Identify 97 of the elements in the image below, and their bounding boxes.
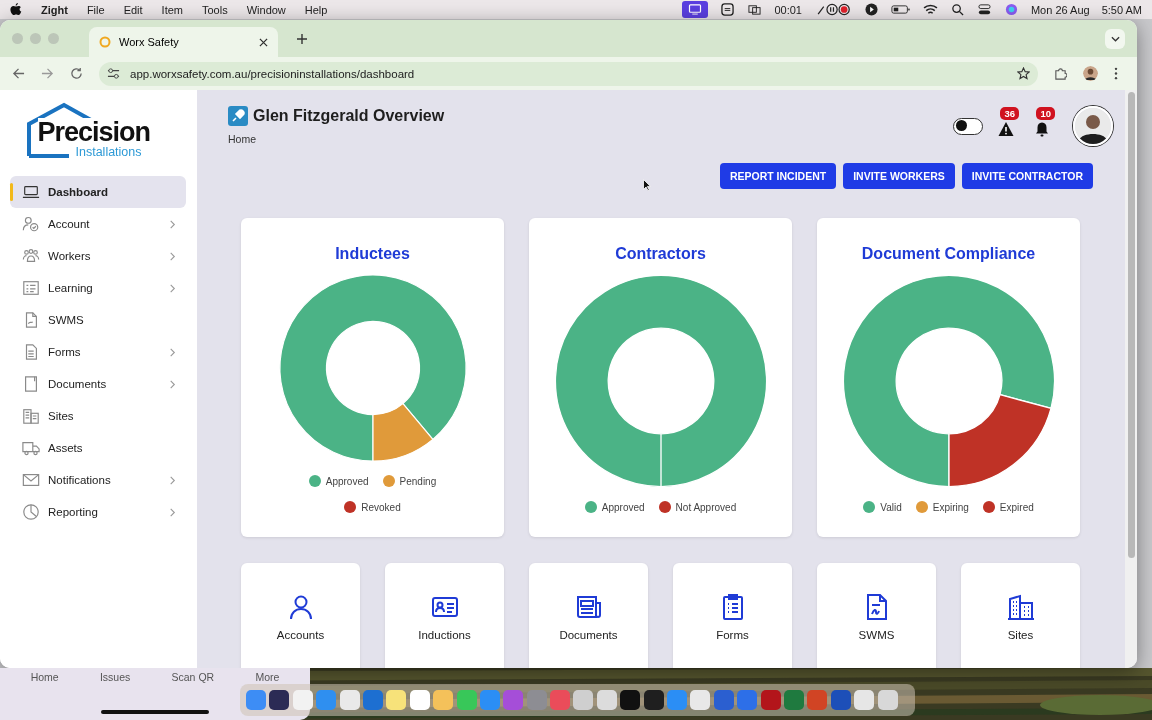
menu-item[interactable]: Window (246, 3, 286, 16)
alerts-button[interactable]: 36 (993, 107, 1019, 137)
nav-tab[interactable]: Issues (99, 671, 131, 683)
timer: 00:01 (774, 3, 802, 16)
sidebar-item[interactable]: SWMS (10, 304, 186, 336)
tile-card[interactable]: Inductions (385, 563, 504, 668)
tile-card[interactable]: Forms (673, 563, 792, 668)
back-icon[interactable] (12, 67, 25, 80)
menu-item[interactable]: Item (161, 3, 183, 16)
apple-icon[interactable] (10, 3, 22, 16)
window-icon[interactable] (720, 3, 736, 16)
count-badge: 10 (1036, 107, 1055, 120)
user-avatar[interactable] (1073, 106, 1113, 146)
sidebar-item[interactable]: Forms (10, 336, 186, 368)
screen-record-icon[interactable] (682, 1, 709, 18)
pie-icon (22, 503, 40, 521)
envelope-icon (22, 471, 40, 489)
scrollbar[interactable] (1125, 90, 1137, 668)
menu-item[interactable]: Tools (202, 3, 228, 16)
sidebar-item[interactable]: Notifications (10, 464, 186, 496)
action-button[interactable]: REPORT INCIDENT (719, 163, 837, 189)
cursor-icon (643, 179, 651, 191)
theme-toggle[interactable] (953, 117, 983, 135)
sidebar-item[interactable]: Account (10, 208, 186, 240)
sidebar-item[interactable]: Workers (10, 240, 186, 272)
tune-icon[interactable] (107, 67, 120, 80)
sidebar-item[interactable]: Assets (10, 432, 186, 464)
legend-label[interactable]: Pending (399, 475, 437, 487)
legend-label[interactable]: Approved (601, 501, 645, 513)
menu-item[interactable]: Help (304, 3, 328, 16)
browser-tab[interactable]: Worx Safety (89, 27, 278, 57)
logo[interactable]: Precision Installations (25, 102, 152, 160)
action-button[interactable]: INVITE WORKERS (843, 163, 955, 189)
page-title: Glen Fitzgerald Overview (253, 107, 445, 125)
plug-icon (228, 106, 248, 126)
laptop-icon (22, 183, 40, 201)
chevron-down-icon (1110, 35, 1120, 42)
more-icon[interactable] (1114, 67, 1118, 80)
time[interactable]: 5:50 AM (1101, 3, 1142, 16)
date[interactable]: Mon 26 Aug (1030, 3, 1090, 16)
sidebar-item[interactable]: Dashboard (10, 176, 186, 208)
new-tab-icon[interactable] (296, 32, 308, 45)
sidebar-item[interactable]: Reporting (10, 496, 186, 528)
menu-item[interactable]: Edit (123, 3, 143, 16)
close-icon[interactable] (259, 37, 268, 47)
tile-card[interactable]: SWMS (817, 563, 936, 668)
address-bar[interactable]: app.worxsafety.com.au/precisioninstallations/dashboard (99, 61, 1038, 86)
truck-icon (22, 439, 40, 457)
page-icon (22, 375, 40, 393)
user-check-icon (22, 215, 40, 233)
list-icon (22, 279, 40, 297)
puzzle-icon[interactable] (1054, 67, 1067, 80)
sidebar-item[interactable]: Sites (10, 400, 186, 432)
nav-tab[interactable]: More (255, 671, 280, 683)
ring-icon (99, 36, 111, 48)
chart-title: Contractors (615, 245, 706, 263)
app-icon[interactable] (620, 690, 641, 710)
legend-label[interactable]: Expired (999, 501, 1034, 513)
nav-tab[interactable]: Scan QR (171, 671, 215, 683)
tile-card[interactable]: Documents (529, 563, 648, 668)
play-icon[interactable] (863, 3, 879, 16)
tile-card[interactable]: Accounts (241, 563, 360, 668)
forward-icon[interactable] (41, 67, 54, 80)
reload-icon[interactable] (70, 67, 83, 80)
notifications-button[interactable]: 10 (1029, 107, 1055, 137)
windows-icon[interactable] (747, 3, 763, 16)
app-menu[interactable]: Zight (41, 3, 68, 16)
menu-item[interactable]: File (86, 3, 105, 16)
legend-label[interactable]: Not Approved (675, 501, 737, 513)
battery-icon[interactable] (890, 3, 911, 16)
star-icon[interactable] (1017, 67, 1030, 80)
chart-title: Document Compliance (861, 245, 1036, 263)
sidebar-item[interactable]: Learning (10, 272, 186, 304)
buildings-icon (22, 407, 40, 425)
wifi-icon[interactable] (922, 3, 938, 16)
legend-label[interactable]: Expiring (932, 501, 969, 513)
profile-avatar[interactable] (1083, 66, 1098, 81)
sidebar-item[interactable]: Documents (10, 368, 186, 400)
control-center-icon[interactable] (976, 3, 992, 16)
bell-icon (1034, 121, 1050, 137)
breadcrumb[interactable]: Home (228, 133, 445, 145)
legend-label[interactable]: Valid (880, 501, 902, 513)
action-button[interactable]: INVITE CONTRACTOR (961, 163, 1093, 189)
count-badge: 36 (1000, 107, 1019, 120)
tab-list-button[interactable] (1105, 28, 1125, 49)
warning-icon (998, 121, 1014, 137)
people-icon (22, 247, 40, 265)
buildings-icon (1006, 593, 1035, 621)
nav-tab[interactable]: Home (30, 671, 59, 683)
tile-card[interactable]: Sites (961, 563, 1080, 668)
search-icon[interactable] (949, 3, 965, 16)
legend-label[interactable]: Approved (325, 475, 369, 487)
newspaper-icon (574, 593, 603, 621)
legend-label[interactable]: Revoked (361, 501, 401, 513)
siri-icon[interactable] (1003, 3, 1019, 16)
app-icon[interactable] (269, 690, 290, 710)
chart-title: Inductees (335, 245, 410, 263)
